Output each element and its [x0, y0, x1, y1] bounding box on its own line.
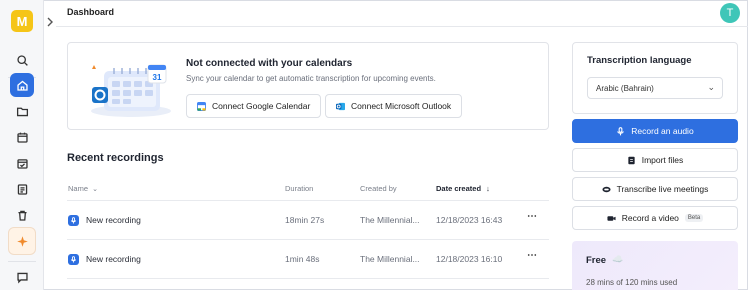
connect-outlook-button[interactable]: Connect Microsoft Outlook: [325, 94, 463, 118]
table-row-date: 12/18/2023 16:10: [436, 254, 503, 264]
transcription-language-card: Transcription language Arabic (Bahrain) …: [572, 42, 738, 114]
table-row-name[interactable]: New recording: [86, 215, 141, 225]
plan-name: Free: [586, 255, 607, 266]
file-icon: [628, 156, 635, 164]
page-title: Dashboard: [67, 7, 115, 17]
table-row-created-by: The Millennial...: [360, 254, 420, 264]
folder-icon[interactable]: [10, 99, 34, 123]
chevron-down-icon: ⌄: [92, 186, 98, 193]
video-icon: [607, 215, 616, 221]
microphone-icon: [68, 215, 79, 226]
import-files-label: Import files: [641, 155, 684, 165]
connect-google-calendar-button[interactable]: Connect Google Calendar: [186, 94, 322, 118]
chat-icon[interactable]: [10, 265, 34, 289]
record-video-label: Record a video: [621, 213, 679, 223]
recent-recordings-title: Recent recordings: [67, 152, 164, 164]
sidebar-rail: M: [0, 0, 44, 290]
headset-icon: [602, 186, 611, 192]
table-row-name[interactable]: New recording: [86, 254, 141, 264]
trash-icon[interactable]: [10, 203, 34, 227]
record-video-button[interactable]: Record a video Beta: [572, 206, 738, 230]
chevron-down-icon: ⌄: [707, 82, 715, 92]
transcribe-live-label: Transcribe live meetings: [616, 184, 709, 194]
table-row-duration: 18min 27s: [285, 215, 325, 225]
search-icon[interactable]: [10, 48, 34, 72]
rail-divider: [8, 261, 36, 262]
calendar-check-icon[interactable]: [10, 151, 34, 175]
more-icon[interactable]: ⋯: [527, 211, 537, 222]
connect-google-label: Connect Google Calendar: [212, 101, 311, 111]
chevron-right-icon[interactable]: [44, 12, 56, 32]
connect-outlook-label: Connect Microsoft Outlook: [351, 101, 452, 111]
row-divider: [67, 239, 549, 240]
microphone-icon: [68, 254, 79, 265]
language-select[interactable]: Arabic (Bahrain) ⌄: [587, 77, 723, 99]
svg-text:31: 31: [153, 73, 162, 82]
row-divider: [67, 200, 549, 201]
record-audio-button[interactable]: Record an audio: [572, 119, 738, 143]
google-calendar-icon: [197, 101, 206, 111]
more-icon[interactable]: ⋯: [527, 250, 537, 261]
beta-badge: Beta: [684, 214, 704, 222]
sparkle-icon[interactable]: [8, 227, 36, 255]
table-row-created-by: The Millennial...: [360, 215, 420, 225]
arrow-down-icon: ↓: [486, 184, 490, 193]
column-header-date-created[interactable]: Date created ↓: [436, 184, 490, 193]
microphone-icon: [617, 126, 625, 135]
column-header-created-by[interactable]: Created by: [360, 184, 397, 193]
row-divider: [67, 278, 549, 279]
workspace-logo[interactable]: M: [11, 10, 33, 32]
transcription-language-label: Transcription language: [587, 55, 692, 66]
calendar-icon[interactable]: [10, 125, 34, 149]
calendar-illustration: 31: [91, 64, 171, 117]
outlook-icon: [336, 102, 345, 110]
plan-usage: 28 mins of 120 mins used: [586, 278, 678, 287]
language-select-value: Arabic (Bahrain): [596, 83, 654, 93]
calendar-card-subtitle: Sync your calendar to get automatic tran…: [186, 74, 436, 83]
calendar-connect-card: 31 Not connected with your calendars Syn…: [67, 42, 549, 130]
column-header-duration[interactable]: Duration: [285, 184, 313, 193]
cloud-icon: ☁️: [612, 254, 624, 264]
plan-card: Free ☁️ 28 mins of 120 mins used: [572, 241, 738, 290]
record-audio-label: Record an audio: [631, 126, 694, 136]
import-files-button[interactable]: Import files: [572, 148, 738, 172]
table-row-date: 12/18/2023 16:43: [436, 215, 503, 225]
table-row-duration: 1min 48s: [285, 254, 320, 264]
calendar-card-title: Not connected with your calendars: [186, 58, 353, 69]
top-bar: Dashboard T: [56, 0, 748, 27]
avatar[interactable]: T: [720, 3, 740, 23]
column-header-name[interactable]: Name ⌄: [68, 184, 98, 193]
transcribe-live-meetings-button[interactable]: Transcribe live meetings: [572, 177, 738, 201]
home-icon[interactable]: [10, 73, 34, 97]
tasks-icon[interactable]: [10, 177, 34, 201]
